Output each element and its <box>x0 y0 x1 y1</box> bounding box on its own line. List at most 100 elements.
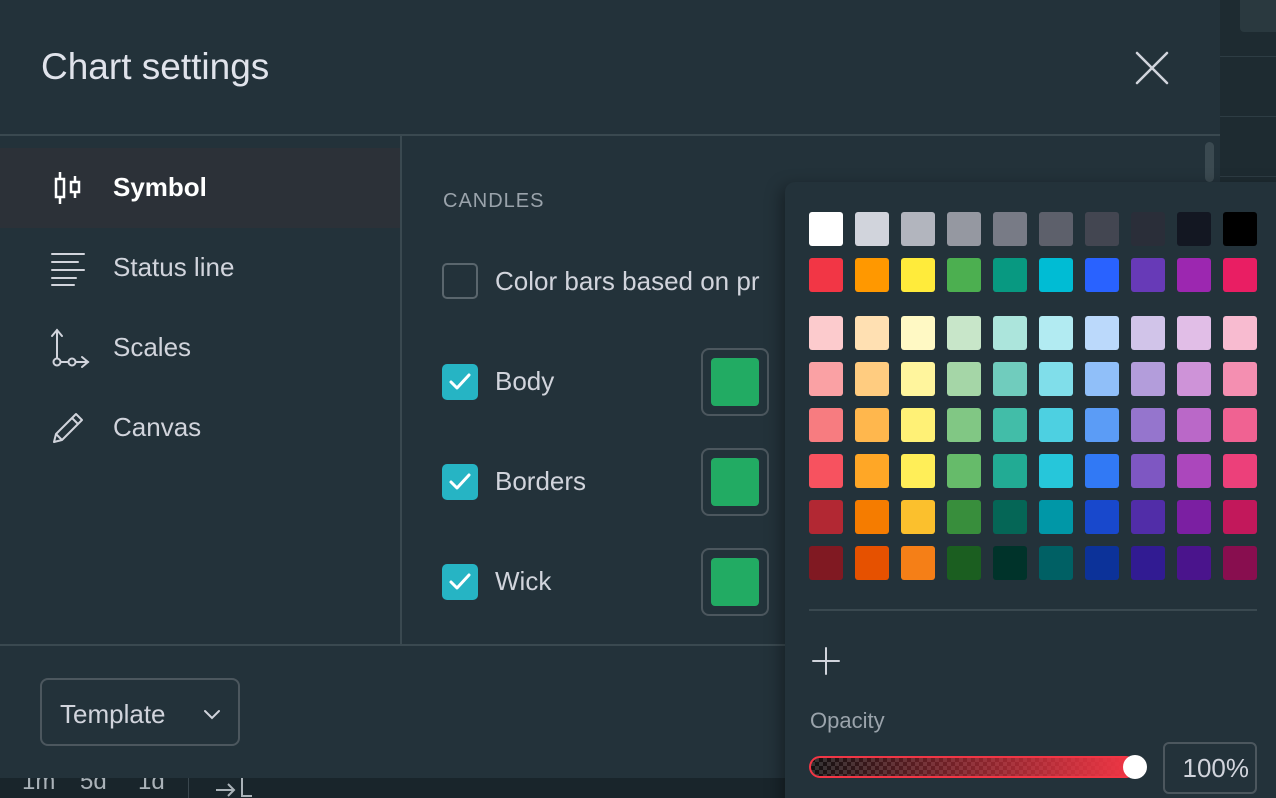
color-swatch[interactable] <box>809 258 843 292</box>
color-swatch[interactable] <box>993 408 1027 442</box>
color-swatch[interactable] <box>1223 454 1257 488</box>
color-swatch[interactable] <box>1177 500 1211 534</box>
color-swatch[interactable] <box>993 362 1027 396</box>
color-swatch[interactable] <box>809 408 843 442</box>
color-swatch[interactable] <box>1039 258 1073 292</box>
color-swatch[interactable] <box>1177 408 1211 442</box>
color-swatch[interactable] <box>1131 454 1165 488</box>
body-color-button[interactable] <box>701 348 769 416</box>
color-swatch[interactable] <box>1131 212 1165 246</box>
opacity-slider-track[interactable] <box>809 756 1137 778</box>
color-swatch[interactable] <box>1085 454 1119 488</box>
color-swatch[interactable] <box>901 212 935 246</box>
color-swatch[interactable] <box>901 454 935 488</box>
background-toolbar-button[interactable] <box>1240 0 1276 32</box>
color-swatch[interactable] <box>1085 408 1119 442</box>
sidebar-item-status-line[interactable]: Status line <box>0 228 400 308</box>
color-swatch[interactable] <box>855 500 889 534</box>
color-swatch[interactable] <box>855 362 889 396</box>
opacity-input[interactable] <box>1163 742 1257 794</box>
color-swatch[interactable] <box>1085 546 1119 580</box>
wick-checkbox[interactable] <box>442 564 478 600</box>
color-swatch[interactable] <box>1131 258 1165 292</box>
color-swatch[interactable] <box>993 212 1027 246</box>
color-swatch[interactable] <box>901 546 935 580</box>
color-swatch[interactable] <box>855 258 889 292</box>
color-swatch[interactable] <box>1223 500 1257 534</box>
color-swatch[interactable] <box>993 316 1027 350</box>
color-swatch[interactable] <box>1039 362 1073 396</box>
color-swatch[interactable] <box>809 362 843 396</box>
color-swatch[interactable] <box>947 408 981 442</box>
color-swatch[interactable] <box>1223 212 1257 246</box>
color-swatch[interactable] <box>901 316 935 350</box>
color-swatch[interactable] <box>809 212 843 246</box>
color-swatch[interactable] <box>1177 454 1211 488</box>
color-bars-checkbox[interactable] <box>442 263 478 299</box>
color-swatch[interactable] <box>1223 258 1257 292</box>
sidebar-item-symbol[interactable]: Symbol <box>0 148 400 228</box>
color-swatch[interactable] <box>1131 362 1165 396</box>
color-swatch[interactable] <box>1223 316 1257 350</box>
borders-color-button[interactable] <box>701 448 769 516</box>
color-swatch[interactable] <box>1039 454 1073 488</box>
color-swatch[interactable] <box>1039 408 1073 442</box>
color-swatch[interactable] <box>809 454 843 488</box>
color-swatch[interactable] <box>947 316 981 350</box>
color-swatch[interactable] <box>947 546 981 580</box>
body-checkbox[interactable] <box>442 364 478 400</box>
color-swatch[interactable] <box>1177 316 1211 350</box>
color-swatch[interactable] <box>1039 212 1073 246</box>
sidebar-item-canvas[interactable]: Canvas <box>0 388 400 468</box>
color-swatch[interactable] <box>1131 500 1165 534</box>
wick-color-button[interactable] <box>701 548 769 616</box>
color-swatch[interactable] <box>1039 546 1073 580</box>
color-swatch[interactable] <box>901 258 935 292</box>
color-swatch[interactable] <box>1131 546 1165 580</box>
color-swatch[interactable] <box>947 362 981 396</box>
close-button[interactable] <box>1130 46 1174 90</box>
template-dropdown[interactable]: Template <box>40 678 240 746</box>
color-swatch[interactable] <box>947 500 981 534</box>
color-swatch[interactable] <box>947 212 981 246</box>
color-swatch[interactable] <box>1085 362 1119 396</box>
color-swatch[interactable] <box>809 546 843 580</box>
color-swatch[interactable] <box>855 212 889 246</box>
color-swatch[interactable] <box>947 258 981 292</box>
color-swatch[interactable] <box>855 316 889 350</box>
color-swatch[interactable] <box>1039 500 1073 534</box>
color-swatch[interactable] <box>1085 212 1119 246</box>
color-swatch[interactable] <box>993 258 1027 292</box>
color-swatch[interactable] <box>855 408 889 442</box>
color-swatch[interactable] <box>1039 316 1073 350</box>
color-swatch[interactable] <box>901 500 935 534</box>
color-swatch[interactable] <box>901 408 935 442</box>
borders-checkbox[interactable] <box>442 464 478 500</box>
color-swatch[interactable] <box>809 316 843 350</box>
color-swatch[interactable] <box>1085 500 1119 534</box>
color-swatch[interactable] <box>993 500 1027 534</box>
color-swatch[interactable] <box>809 500 843 534</box>
color-swatch[interactable] <box>993 546 1027 580</box>
color-swatch[interactable] <box>947 454 981 488</box>
scrollbar-thumb[interactable] <box>1205 142 1214 182</box>
color-swatch[interactable] <box>1085 316 1119 350</box>
opacity-slider-thumb[interactable] <box>1123 755 1147 779</box>
add-custom-color-button[interactable] <box>809 644 843 678</box>
color-swatch[interactable] <box>1177 212 1211 246</box>
color-swatch[interactable] <box>1085 258 1119 292</box>
color-swatch[interactable] <box>1177 362 1211 396</box>
color-swatch[interactable] <box>855 546 889 580</box>
color-swatch[interactable] <box>1223 362 1257 396</box>
color-swatch[interactable] <box>1177 546 1211 580</box>
color-swatch[interactable] <box>901 362 935 396</box>
goto-date-icon[interactable] <box>212 776 256 798</box>
color-swatch[interactable] <box>1177 258 1211 292</box>
color-swatch[interactable] <box>993 454 1027 488</box>
color-swatch[interactable] <box>1131 408 1165 442</box>
color-swatch[interactable] <box>1223 546 1257 580</box>
color-swatch[interactable] <box>855 454 889 488</box>
sidebar-item-scales[interactable]: Scales <box>0 308 400 388</box>
color-swatch[interactable] <box>1131 316 1165 350</box>
color-swatch[interactable] <box>1223 408 1257 442</box>
